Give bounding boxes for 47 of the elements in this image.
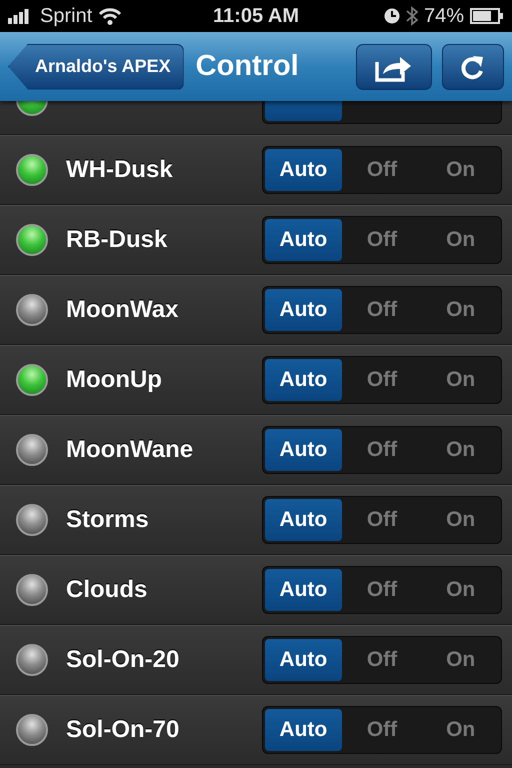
mode-option[interactable]: Auto xyxy=(265,429,342,471)
mode-option[interactable]: Off xyxy=(344,639,420,681)
wifi-icon xyxy=(98,7,122,25)
mode-option[interactable]: On xyxy=(422,149,500,191)
mode-option[interactable]: Auto xyxy=(265,219,342,261)
alarm-clock-icon xyxy=(384,8,400,24)
mode-option[interactable]: Auto xyxy=(265,639,342,681)
outlet-name: MoonWane xyxy=(66,436,194,464)
mode-option[interactable]: On xyxy=(422,569,500,611)
clock-time: 11:05 AM xyxy=(213,4,299,28)
back-button[interactable]: Arnaldo's APEX xyxy=(8,44,184,90)
mode-option[interactable]: On xyxy=(422,289,500,331)
share-button[interactable] xyxy=(356,44,432,90)
battery-icon xyxy=(470,8,504,24)
battery-percent: 74% xyxy=(424,4,464,28)
carrier-name: Sprint xyxy=(40,4,92,28)
mode-option[interactable]: Off xyxy=(344,569,420,611)
mode-option[interactable]: Off xyxy=(344,359,420,401)
mode-option[interactable]: Off xyxy=(344,219,420,261)
mode-option[interactable]: Off xyxy=(344,429,420,471)
mode-option[interactable]: On xyxy=(422,219,500,261)
mode-option[interactable]: On xyxy=(422,639,500,681)
mode-option[interactable]: Off xyxy=(344,709,420,751)
mode-option[interactable]: On xyxy=(422,709,500,751)
outlet-name: Clouds xyxy=(66,576,148,604)
outlet-name: Sol-On-20 xyxy=(66,646,180,674)
outlet-name: Sol-On-70 xyxy=(66,716,180,744)
mode-option[interactable]: On xyxy=(422,499,500,541)
screen-title: Control xyxy=(196,50,300,83)
mode-option[interactable]: Auto xyxy=(265,149,342,191)
mode-option[interactable]: Off xyxy=(344,149,420,191)
mode-option[interactable]: On xyxy=(422,429,500,471)
outlet-name: WH-Dusk xyxy=(66,156,174,184)
mode-option[interactable]: Auto xyxy=(265,359,342,401)
outlet-name: MoonWax xyxy=(66,296,180,324)
mode-option[interactable]: Off xyxy=(344,499,420,541)
outlet-name: Storms xyxy=(66,506,150,534)
mode-option[interactable]: Auto xyxy=(265,499,342,541)
refresh-button[interactable] xyxy=(442,44,504,90)
mode-option[interactable]: Off xyxy=(344,289,420,331)
outlet-name: RB-Dusk xyxy=(66,226,168,254)
bluetooth-icon xyxy=(406,6,418,26)
mode-option[interactable]: On xyxy=(422,359,500,401)
mode-option[interactable]: Auto xyxy=(265,709,342,751)
mode-option[interactable]: Auto xyxy=(265,569,342,611)
outlet-name: MoonUp xyxy=(66,366,163,394)
mode-option[interactable]: Auto xyxy=(265,289,342,331)
